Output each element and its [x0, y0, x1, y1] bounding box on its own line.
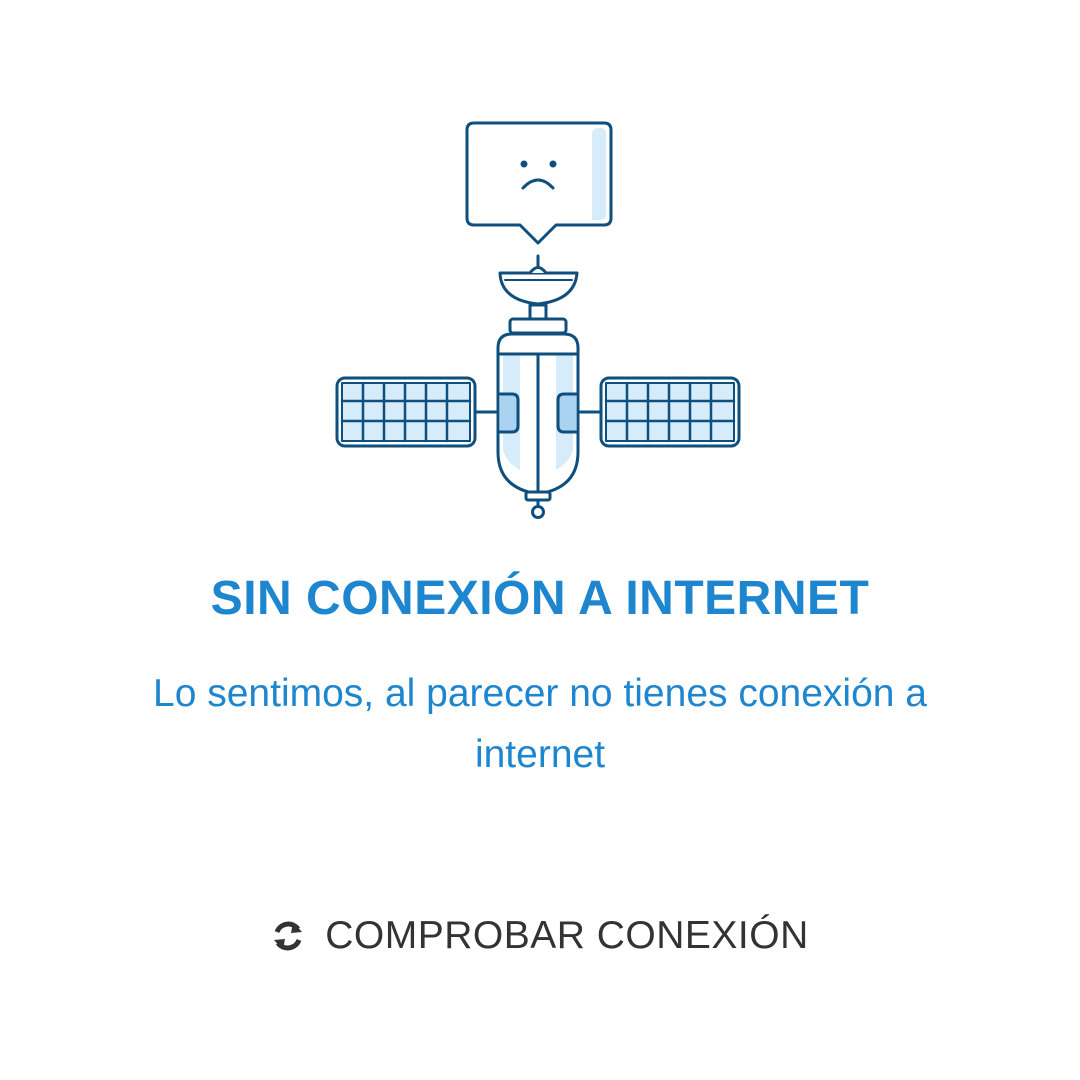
refresh-icon: [274, 921, 303, 951]
speech-bubble-icon: [465, 121, 613, 245]
check-connection-label: COMPROBAR CONEXIÓN: [325, 914, 809, 957]
page-title: SIN CONEXIÓN A INTERNET: [210, 572, 870, 625]
no-connection-screen: SIN CONEXIÓN A INTERNET Lo sentimos, al …: [0, 0, 1080, 1080]
satellite-illustration: [335, 121, 741, 519]
error-message: Lo sentimos, al parecer no tienes conexi…: [153, 672, 927, 776]
check-connection-button[interactable]: COMPROBAR CONEXIÓN: [0, 904, 1080, 968]
